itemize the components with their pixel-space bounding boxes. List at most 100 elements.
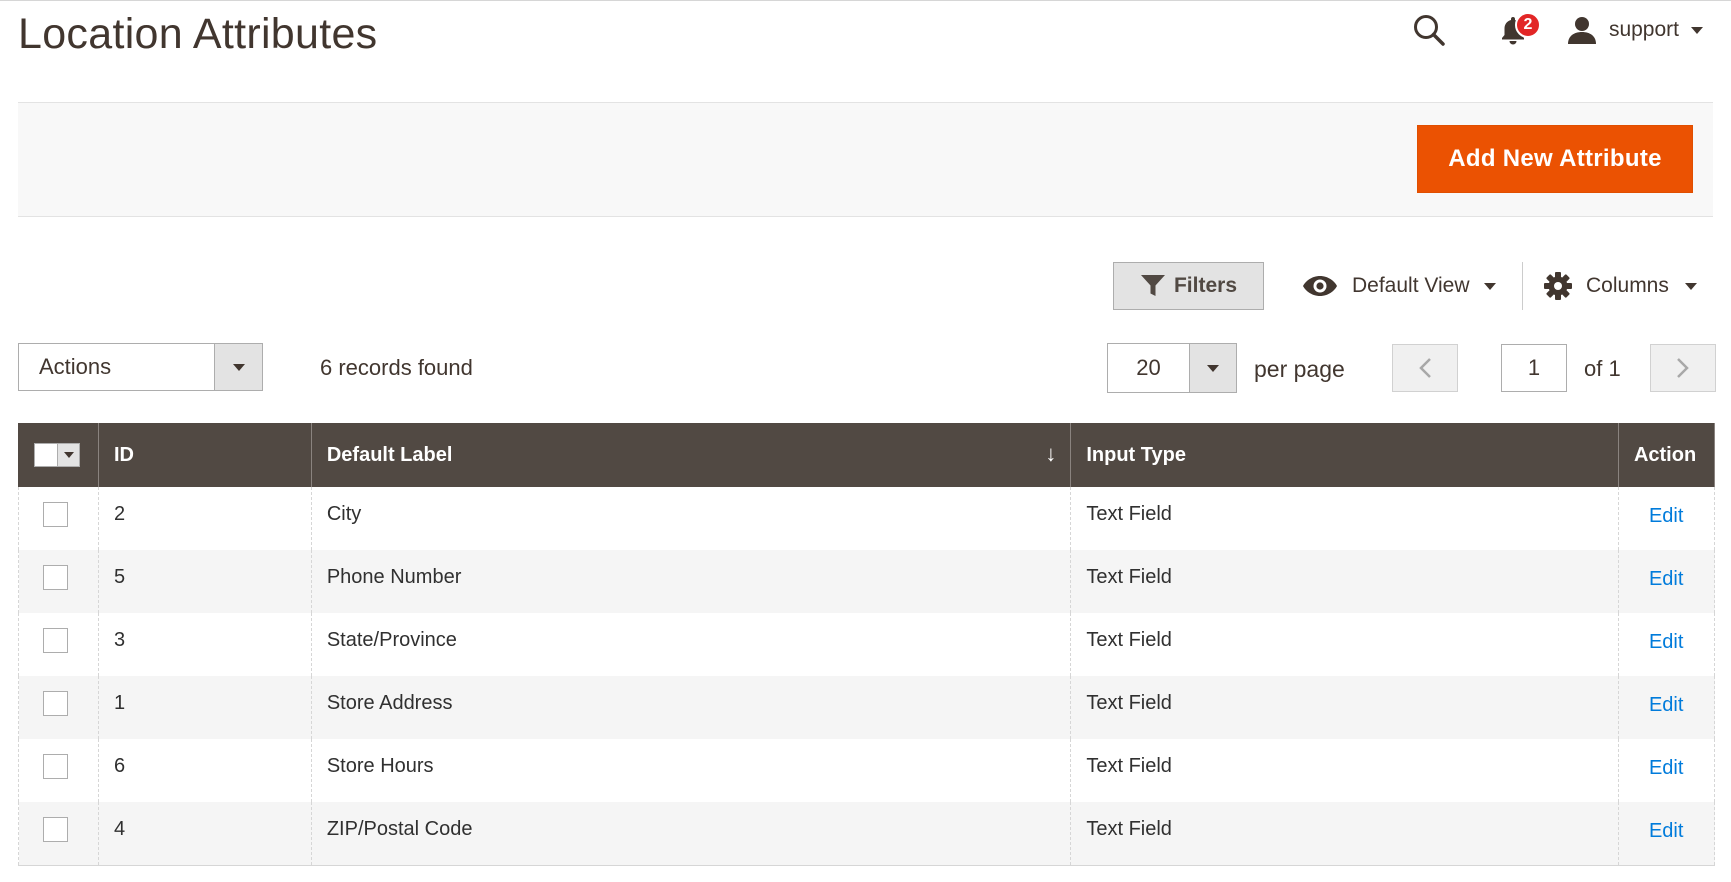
mass-actions-value: Actions — [39, 354, 112, 379]
row-checkbox[interactable] — [43, 565, 68, 590]
grid-body: 2 City Text Field Edit 5 Phone Number Text Fie… — [18, 487, 1716, 866]
cell-action: Edit — [1617, 739, 1716, 802]
notifications-button[interactable]: 2 — [1493, 10, 1541, 50]
edit-link[interactable]: Edit — [1649, 757, 1683, 780]
user-name: support — [1608, 18, 1679, 41]
filter-icon — [1140, 275, 1165, 296]
cell-input-type: Text Field — [1070, 487, 1619, 550]
current-page-input[interactable] — [1501, 344, 1567, 392]
select-all-checkbox[interactable] — [35, 444, 57, 466]
row-checkbox[interactable] — [43, 691, 68, 716]
cell-id: 3 — [97, 613, 312, 676]
edit-link[interactable]: Edit — [1649, 505, 1683, 528]
eye-icon — [1303, 276, 1337, 296]
view-label: Default View — [1352, 274, 1470, 297]
table-row: 2 City Text Field Edit — [18, 487, 1716, 550]
page-title: Location Attributes — [18, 10, 378, 58]
table-row: 3 State/Province Text Field Edit — [18, 613, 1716, 676]
gear-icon — [1544, 272, 1572, 300]
cell-action: Edit — [1617, 676, 1716, 739]
view-switcher[interactable]: Default View — [1302, 262, 1496, 310]
cell-id: 2 — [97, 487, 312, 550]
columns-label: Columns — [1586, 274, 1669, 297]
column-header-input-type[interactable]: Input Type — [1070, 423, 1619, 487]
per-page-value: 20 — [1136, 355, 1161, 380]
chevron-down-icon — [232, 363, 245, 371]
cell-default-label: Store Address — [310, 676, 1072, 739]
cell-id: 1 — [97, 676, 312, 739]
column-header-default-label[interactable]: Default Label ↓ — [310, 423, 1072, 487]
table-row: 1 Store Address Text Field Edit — [18, 676, 1716, 739]
row-select-cell — [18, 550, 99, 613]
row-checkbox[interactable] — [43, 628, 68, 653]
header-actions: 2 support — [1409, 8, 1703, 52]
mass-actions-select[interactable]: Actions — [18, 343, 263, 391]
edit-link[interactable]: Edit — [1649, 820, 1683, 843]
edit-link[interactable]: Edit — [1649, 694, 1683, 717]
cell-action: Edit — [1617, 487, 1716, 550]
columns-control[interactable]: Columns — [1544, 262, 1697, 310]
cell-id: 4 — [97, 802, 312, 866]
column-header-id[interactable]: ID — [97, 423, 312, 487]
cell-input-type: Text Field — [1070, 802, 1619, 866]
cell-input-type: Text Field — [1070, 613, 1619, 676]
row-checkbox[interactable] — [43, 502, 68, 527]
row-select-cell — [18, 613, 99, 676]
mass-actions-dropdown-toggle[interactable] — [214, 344, 262, 390]
chevron-left-icon — [1419, 358, 1431, 378]
filters-label: Filters — [1173, 274, 1238, 297]
per-page-label: per page — [1254, 356, 1345, 382]
row-select-cell — [18, 802, 99, 866]
chevron-down-icon — [63, 452, 74, 458]
edit-link[interactable]: Edit — [1649, 568, 1683, 591]
row-select-cell — [18, 739, 99, 802]
cell-default-label: City — [310, 487, 1072, 550]
cell-default-label: State/Province — [310, 613, 1072, 676]
next-page-button[interactable] — [1650, 344, 1716, 392]
total-pages-label: of 1 — [1584, 356, 1621, 381]
cell-default-label: Phone Number — [310, 550, 1072, 613]
records-found-count: 6 records found — [320, 355, 473, 380]
global-search-button[interactable] — [1409, 10, 1449, 50]
user-account-menu[interactable]: support — [1567, 15, 1703, 45]
add-new-attribute-button[interactable]: Add New Attribute — [1417, 125, 1693, 193]
cell-id: 5 — [97, 550, 312, 613]
page-actions-bar: Add New Attribute — [18, 102, 1713, 217]
chevron-down-icon — [1207, 364, 1219, 372]
top-border — [0, 0, 1731, 1]
cell-input-type: Text Field — [1070, 739, 1619, 802]
cell-action: Edit — [1617, 550, 1716, 613]
cell-input-type: Text Field — [1070, 676, 1619, 739]
search-icon — [1413, 15, 1445, 46]
cell-input-type: Text Field — [1070, 550, 1619, 613]
filters-button[interactable]: Filters — [1113, 262, 1264, 310]
column-header-default-label-text: Default Label — [326, 443, 453, 466]
cell-action: Edit — [1617, 802, 1716, 866]
column-header-action: Action — [1617, 423, 1716, 487]
cell-default-label: Store Hours — [310, 739, 1072, 802]
toolbar-divider — [1522, 262, 1523, 310]
cell-id: 6 — [97, 739, 312, 802]
row-checkbox[interactable] — [43, 817, 68, 842]
table-row: 6 Store Hours Text Field Edit — [18, 739, 1716, 802]
mass-select-dropdown-toggle[interactable] — [57, 444, 79, 466]
row-select-cell — [18, 487, 99, 550]
per-page-select[interactable]: 20 — [1107, 343, 1237, 393]
mass-select-control[interactable] — [34, 443, 80, 467]
attributes-grid: ID Default Label ↓ Input Type Action 2 Ci… — [18, 423, 1716, 866]
grid-header-row: ID Default Label ↓ Input Type Action — [18, 423, 1716, 487]
table-row: 4 ZIP/Postal Code Text Field Edit — [18, 802, 1716, 866]
chevron-down-icon — [1691, 26, 1703, 34]
previous-page-button[interactable] — [1392, 344, 1458, 392]
user-icon — [1567, 17, 1596, 44]
table-row: 5 Phone Number Text Field Edit — [18, 550, 1716, 613]
per-page-dropdown-toggle[interactable] — [1189, 344, 1236, 392]
edit-link[interactable]: Edit — [1649, 631, 1683, 654]
sort-arrow-icon: ↓ — [1045, 441, 1057, 466]
row-select-cell — [18, 676, 99, 739]
chevron-right-icon — [1677, 358, 1689, 378]
row-checkbox[interactable] — [43, 754, 68, 779]
chevron-down-icon — [1684, 282, 1697, 290]
cell-default-label: ZIP/Postal Code — [310, 802, 1072, 866]
column-header-select — [18, 423, 99, 487]
